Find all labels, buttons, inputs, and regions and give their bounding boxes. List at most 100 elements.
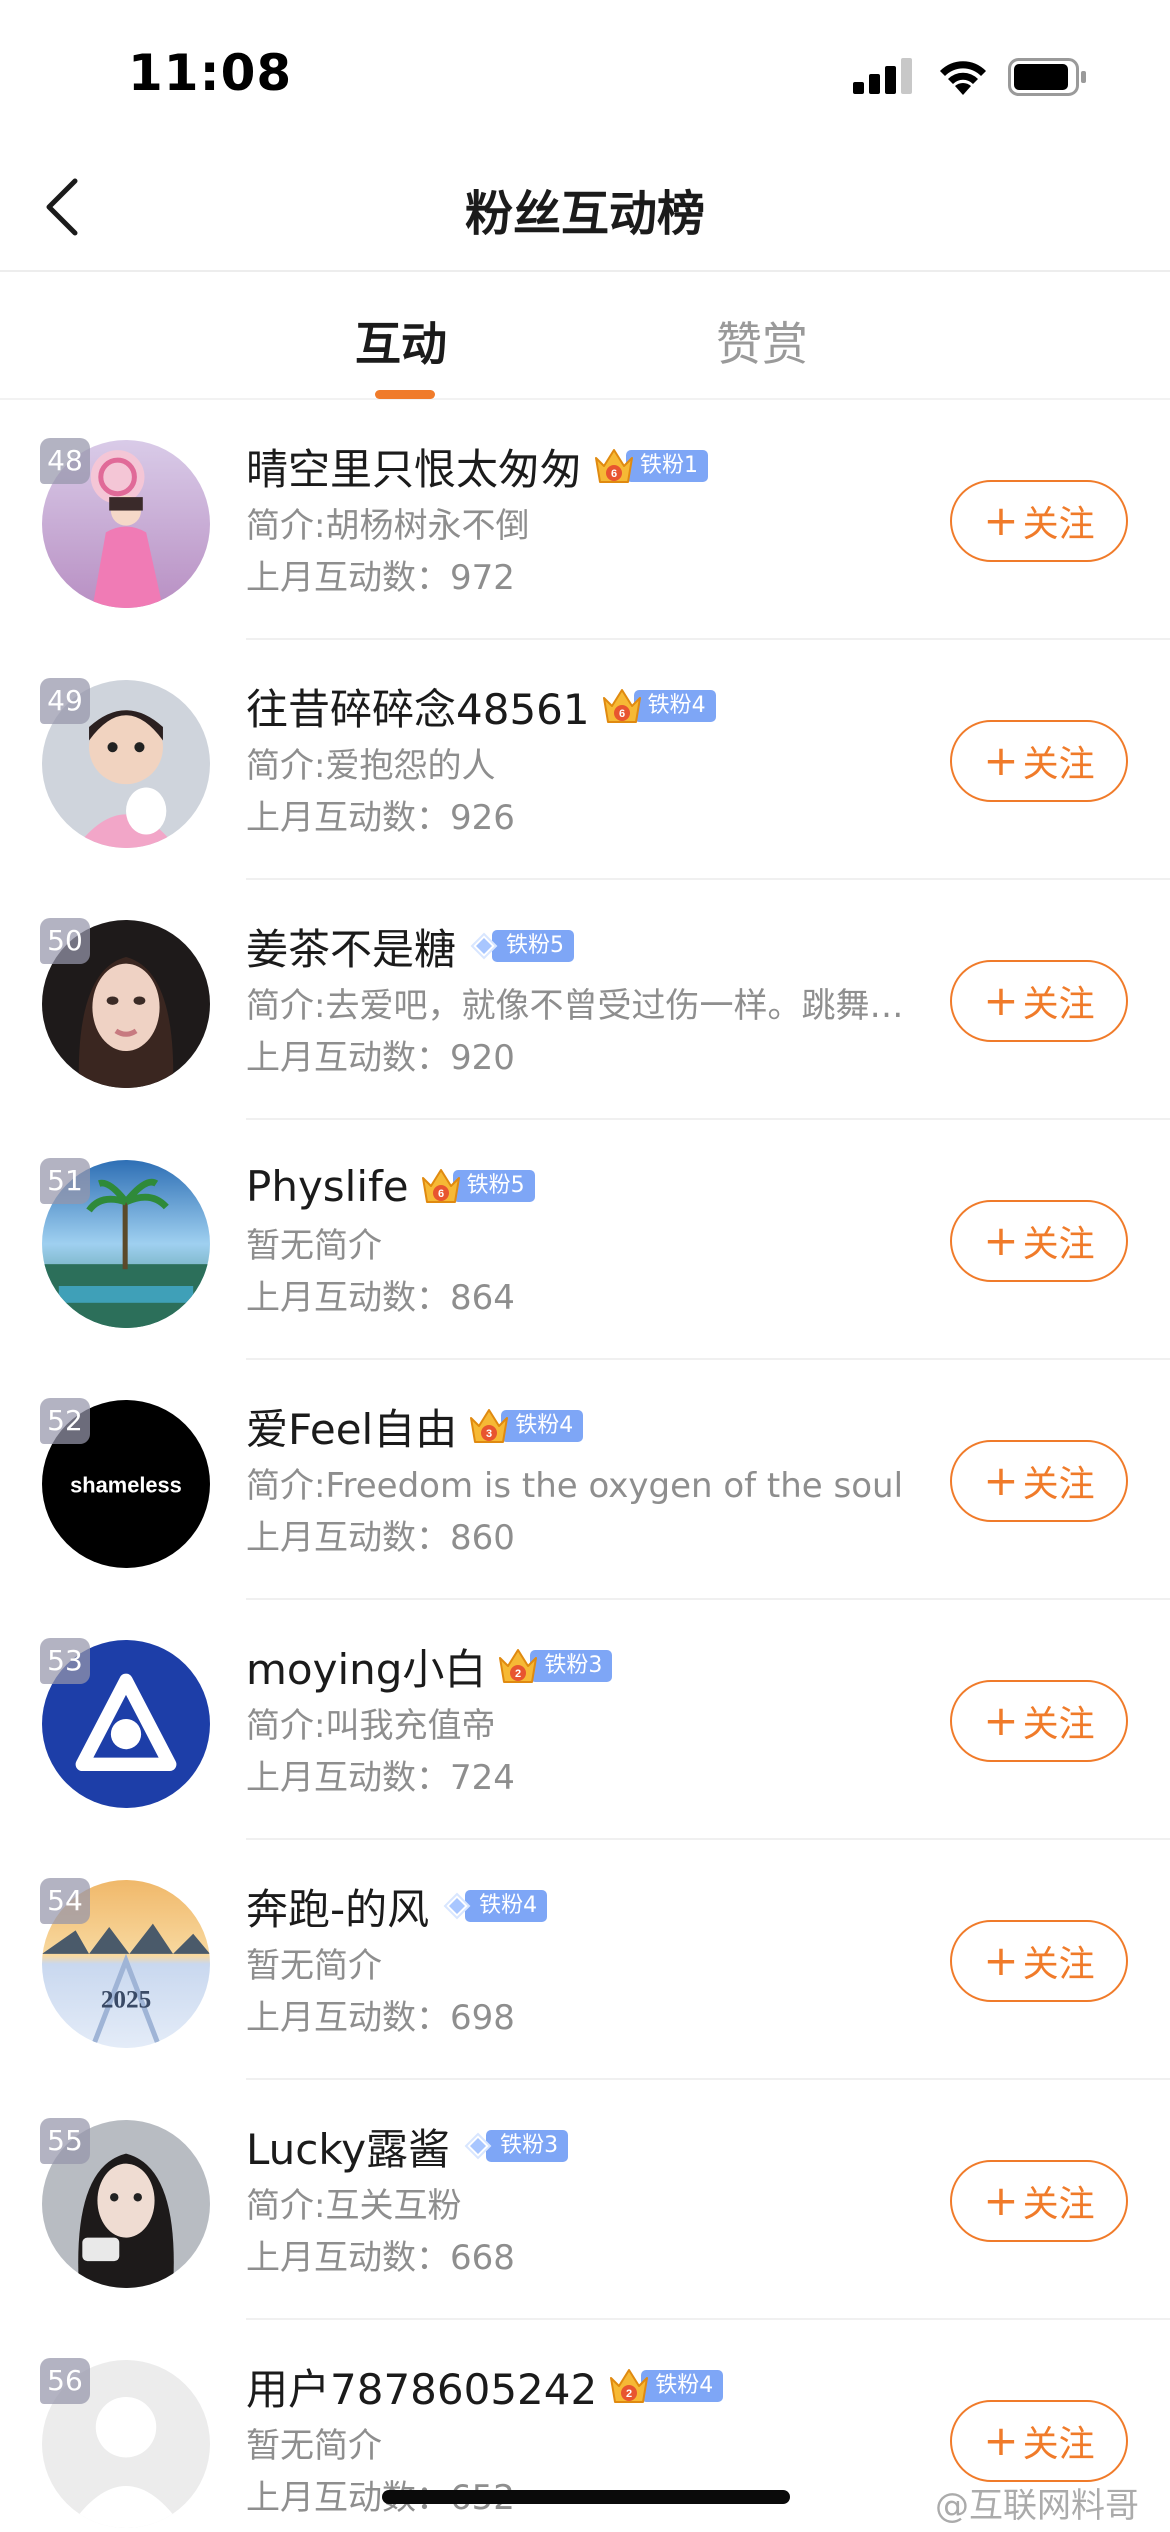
user-name[interactable]: 爱Feel自由 <box>246 1396 457 1457</box>
follow-label: 关注 <box>1022 504 1095 545</box>
user-bio: 暂无简介 <box>246 1946 382 1986</box>
fan-level-label: 铁粉3 <box>486 2130 569 2162</box>
user-info: 姜茶不是糖 铁粉5 简介:去爱吧，就像不曾受过伤一样。跳舞吧，像没有人欣赏一样上月互… <box>246 916 926 1084</box>
fan-level-badge: 铁粉5 <box>466 929 575 963</box>
name-line: Lucky露酱 铁粉3 <box>246 2116 926 2176</box>
list-item[interactable]: 53 moying小白 2 铁粉3 简介:叫我充值帝 上月互动数：724 + 关注 <box>0 1600 1170 1840</box>
plus-icon: + <box>983 2176 1019 2225</box>
tab-reward[interactable]: 赞赏 <box>716 308 808 374</box>
user-info: 爱Feel自由 3 铁粉4 简介:Freedom is the oxygen of t… <box>246 1396 926 1564</box>
plus-icon: + <box>983 736 1019 785</box>
fan-level-badge: 2 铁粉3 <box>496 1649 613 1683</box>
fan-level-badge: 3 铁粉4 <box>467 1409 584 1443</box>
follow-button[interactable]: + 关注 <box>950 1440 1128 1522</box>
name-line: 用户7878605242 2 铁粉4 <box>246 2356 926 2416</box>
fan-level-badge: 6 铁粉5 <box>419 1169 535 1203</box>
user-bio: 简介:去爱吧，就像不曾受过伤一样。跳舞吧，像没有人欣赏一样 <box>246 986 906 1026</box>
user-bio: 暂无简介 <box>246 2426 382 2466</box>
fan-level-badge: 6 铁粉1 <box>592 449 709 483</box>
crown-level: 2 <box>626 2388 632 2400</box>
crown-level: 6 <box>619 708 625 720</box>
tab-interaction[interactable]: 互动 <box>355 308 447 374</box>
fan-level-label: 铁粉4 <box>633 690 716 722</box>
user-name[interactable]: Lucky露酱 <box>246 2116 450 2177</box>
crown-level: 2 <box>515 1668 521 1680</box>
follow-button[interactable]: + 关注 <box>950 720 1128 802</box>
user-bio: 简介:爱抱怨的人 <box>246 746 496 786</box>
interaction-count: 上月互动数：926 <box>246 798 515 838</box>
follow-button[interactable]: + 关注 <box>950 1920 1128 2002</box>
plus-icon: + <box>983 1216 1019 1265</box>
interaction-count: 上月互动数：864 <box>246 1278 515 1318</box>
follow-label: 关注 <box>1022 744 1095 785</box>
follow-button[interactable]: + 关注 <box>950 2160 1128 2242</box>
interaction-count: 上月互动数：698 <box>246 1998 515 2038</box>
fan-level-label: 铁粉5 <box>492 930 575 962</box>
follow-label: 关注 <box>1022 1224 1095 1265</box>
user-bio: 简介:Freedom is the oxygen of the soul <box>246 1466 904 1506</box>
follow-label: 关注 <box>1022 984 1095 1025</box>
avatar-year-text: 2025 <box>101 1987 151 2014</box>
user-name[interactable]: Physlife <box>246 1162 409 1211</box>
active-tab-indicator <box>375 390 435 399</box>
interaction-count: 上月互动数：972 <box>246 558 515 598</box>
rank-badge: 53 <box>40 1638 90 1684</box>
rank-badge: 50 <box>40 918 90 964</box>
user-name[interactable]: 姜茶不是糖 <box>246 916 456 977</box>
user-name[interactable]: 用户7878605242 <box>246 2356 597 2417</box>
follow-label: 关注 <box>1022 2184 1095 2225</box>
crown-icon: 6 <box>602 689 641 723</box>
user-info: Lucky露酱 铁粉3 简介:互关互粉 上月互动数：668 <box>246 2116 926 2284</box>
name-line: 爱Feel自由 3 铁粉4 <box>246 1396 926 1456</box>
list-item[interactable]: 51 Physlife 6 铁粉5 暂无简介 上月互动数：864 + 关注 <box>0 1120 1170 1360</box>
cellular-signal-icon <box>853 58 912 94</box>
list-item[interactable]: 50 姜茶不是糖 铁粉5 简介:去爱吧，就像不曾受过伤一样。跳舞吧，像没有人欣赏一样上… <box>0 880 1170 1120</box>
follow-button[interactable]: + 关注 <box>950 2400 1128 2482</box>
plus-icon: + <box>983 1696 1019 1745</box>
watermark: @互联网料哥 <box>935 2486 1139 2526</box>
diamond-icon <box>443 1892 471 1920</box>
user-bio: 暂无简介 <box>246 1226 382 1266</box>
fan-level-label: 铁粉1 <box>626 450 709 482</box>
list-item[interactable]: shameless 52 爱Feel自由 3 铁粉4 简介:Freedom is the … <box>0 1360 1170 1600</box>
tab-bar: 互动 赞赏 <box>0 272 1170 400</box>
list-item[interactable]: 49 往昔碎碎念48561 6 铁粉4 简介:爱抱怨的人 上月互动数：926 + 关注 <box>0 640 1170 880</box>
user-bio: 简介:叫我充值帝 <box>246 1706 496 1746</box>
list-item[interactable]: 2025 54 奔跑-的风 铁粉4 暂无简介 上月互动数：698 + 关注 <box>0 1840 1170 2080</box>
user-name[interactable]: 奔跑-的风 <box>246 1876 429 1937</box>
rank-badge: 55 <box>40 2118 90 2164</box>
user-info: 奔跑-的风 铁粉4 暂无简介上月互动数：698 <box>246 1876 926 2044</box>
user-name[interactable]: 往昔碎碎念48561 <box>246 676 590 737</box>
list-item[interactable]: 48 晴空里只恨太匆匆 6 铁粉1 简介:胡杨树永不倒 上月互动数：972 + 关注 <box>0 400 1170 640</box>
fan-level-label: 铁粉4 <box>465 1890 548 1922</box>
diamond-icon <box>464 2132 492 2160</box>
rank-badge: 48 <box>40 438 90 484</box>
follow-button[interactable]: + 关注 <box>950 960 1128 1042</box>
follow-label: 关注 <box>1022 2424 1095 2465</box>
list-item[interactable]: 55 Lucky露酱 铁粉3 简介:互关互粉 上月互动数：668 + 关注 <box>0 2080 1170 2320</box>
follow-button[interactable]: + 关注 <box>950 480 1128 562</box>
rank-badge: 56 <box>40 2358 90 2404</box>
user-info: 晴空里只恨太匆匆 6 铁粉1 简介:胡杨树永不倒 上月互动数：972 <box>246 436 926 604</box>
follow-button[interactable]: + 关注 <box>950 1680 1128 1762</box>
crown-icon: 3 <box>470 1409 509 1443</box>
battery-icon <box>1008 58 1086 96</box>
crown-level: 6 <box>438 1188 444 1200</box>
fan-level-label: 铁粉5 <box>452 1170 535 1202</box>
page-title: 粉丝互动榜 <box>464 186 705 242</box>
plus-icon: + <box>983 1456 1019 1505</box>
crown-icon: 6 <box>421 1169 460 1203</box>
crown-level: 3 <box>486 1428 492 1440</box>
name-line: 姜茶不是糖 铁粉5 <box>246 916 926 976</box>
status-bar: 11:08 <box>0 0 1170 150</box>
status-time: 11:08 <box>128 44 293 102</box>
crown-icon: 2 <box>610 2369 649 2403</box>
user-name[interactable]: moying小白 <box>246 1636 486 1697</box>
follow-label: 关注 <box>1022 1704 1095 1745</box>
user-info: 往昔碎碎念48561 6 铁粉4 简介:爱抱怨的人 上月互动数：926 <box>246 676 926 844</box>
crown-level: 6 <box>611 468 617 480</box>
user-name[interactable]: 晴空里只恨太匆匆 <box>246 436 582 497</box>
name-line: 奔跑-的风 铁粉4 <box>246 1876 926 1936</box>
crown-icon: 2 <box>499 1649 538 1683</box>
follow-button[interactable]: + 关注 <box>950 1200 1128 1282</box>
